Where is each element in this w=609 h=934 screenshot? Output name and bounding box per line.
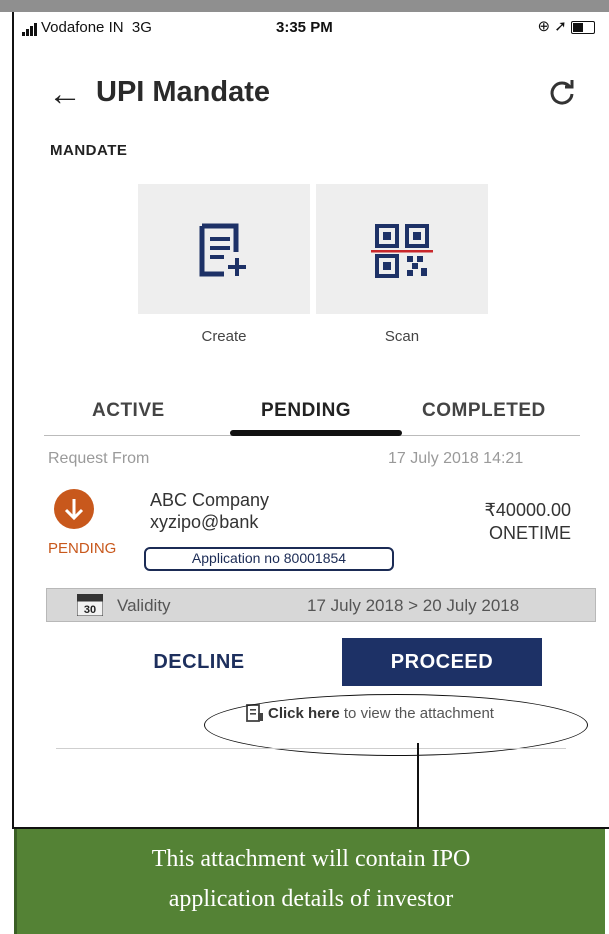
pending-status-icon — [54, 489, 94, 529]
calendar-icon: 30 — [77, 594, 103, 616]
network-type: 3G — [131, 19, 152, 36]
payee-vpa: xyzipo@bank — [150, 512, 259, 532]
app-header: ← UPI Mandate — [14, 70, 609, 120]
scan-qr-button[interactable] — [316, 184, 488, 314]
qr-scan-icon — [371, 224, 433, 278]
proceed-button[interactable]: PROCEED — [342, 638, 542, 686]
scan-label: Scan — [384, 328, 420, 345]
battery-icon — [571, 20, 595, 34]
create-label: Create — [201, 328, 247, 345]
mandate-amount: ₹40000.00 — [484, 500, 571, 520]
annotation-callout: This attachment will contain IPO applica… — [14, 829, 605, 934]
callout-arrow-line — [417, 743, 419, 837]
page-title: UPI Mandate — [96, 76, 271, 108]
calendar-day: 30 — [84, 604, 96, 616]
application-number-box: Application no 80001854 — [144, 547, 394, 571]
refresh-icon[interactable] — [548, 78, 576, 113]
tab-pending[interactable]: PENDING — [261, 400, 351, 422]
status-badge: PENDING — [48, 540, 117, 557]
phone-screen: Vodafone IN 3G 3:35 PM ⊕ ➚ ← UPI Mandate… — [12, 12, 609, 829]
request-datetime: 17 July 2018 14:21 — [388, 450, 524, 467]
active-tab-indicator — [230, 430, 402, 436]
back-arrow-icon[interactable]: ← — [48, 74, 82, 114]
content-divider — [56, 748, 566, 749]
orientation-lock-icon: ⊕ — [537, 18, 551, 35]
location-icon: ➚ — [554, 18, 567, 35]
carrier-info: Vodafone IN 3G — [22, 19, 152, 36]
validity-bar: 30 Validity 17 July 2018 > 20 July 2018 — [46, 588, 596, 622]
tab-completed[interactable]: COMPLETED — [422, 400, 546, 422]
mandate-frequency: ONETIME — [488, 523, 571, 543]
mandate-section-label: MANDATE — [50, 142, 128, 159]
signal-icon — [22, 19, 38, 36]
request-from-label: Request From — [48, 450, 150, 467]
callout-line-1: This attachment will contain IPO — [151, 846, 471, 872]
highlight-ellipse — [204, 694, 588, 756]
create-mandate-button[interactable] — [138, 184, 310, 314]
status-bar: Vodafone IN 3G 3:35 PM ⊕ ➚ — [14, 12, 609, 46]
top-border — [0, 0, 609, 12]
validity-label: Validity — [117, 596, 171, 615]
create-document-icon — [199, 223, 246, 277]
status-icons: ⊕ ➚ — [537, 17, 595, 35]
payee-name: ABC Company — [150, 490, 270, 510]
callout-line-2: application details of investor — [168, 886, 454, 912]
validity-range: 17 July 2018 > 20 July 2018 — [307, 596, 520, 615]
carrier-name: Vodafone IN — [41, 19, 124, 36]
tab-active[interactable]: ACTIVE — [92, 400, 165, 422]
decline-button[interactable]: DECLINE — [124, 640, 274, 684]
status-time: 3:35 PM — [276, 19, 333, 36]
